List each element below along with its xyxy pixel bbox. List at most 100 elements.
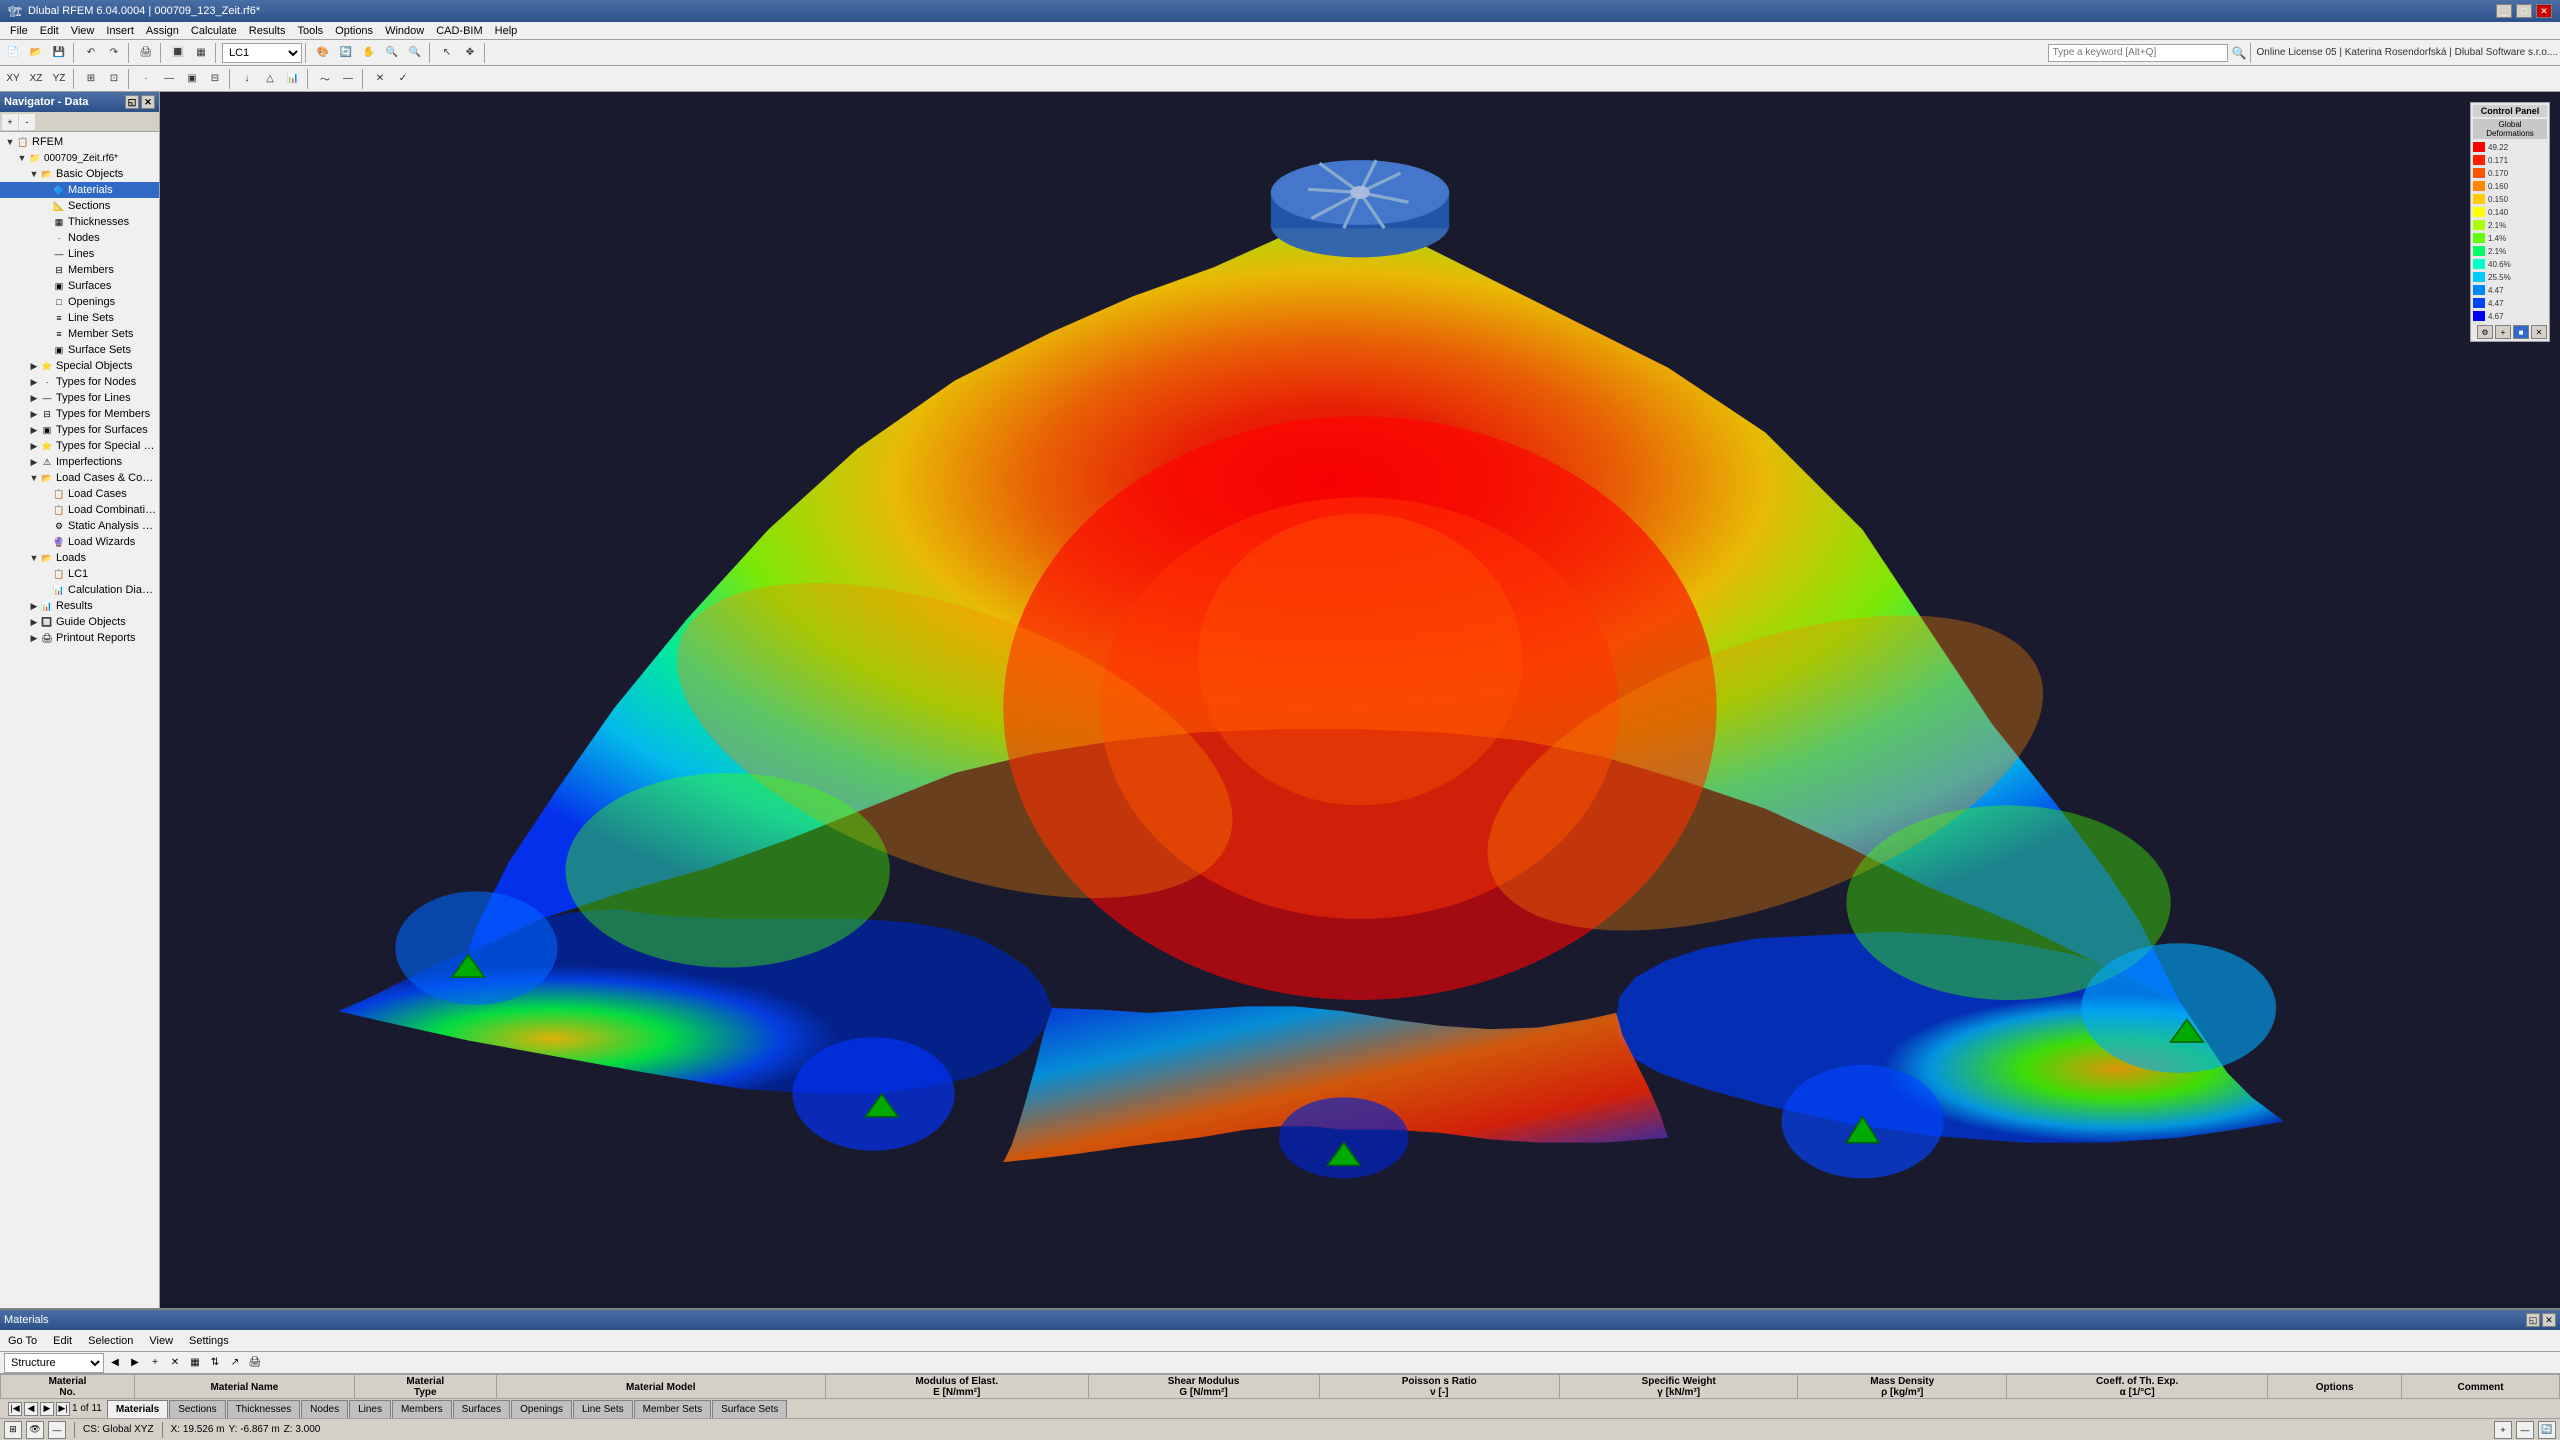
undeform-toggle[interactable]: — <box>337 68 359 90</box>
tree-item-types-special[interactable]: ▶ ⭐ Types for Special Objects <box>0 438 159 454</box>
lines-toggle[interactable]: — <box>158 68 180 90</box>
tab-surface-sets[interactable]: Surface Sets <box>712 1400 787 1418</box>
tree-item-rfem[interactable]: ▼ 📋 RFEM <box>0 134 159 150</box>
render-button[interactable]: 🎨 <box>312 42 334 64</box>
nodes-toggle[interactable]: · <box>135 68 157 90</box>
statusbar-btn1[interactable]: ⊞ <box>4 1421 22 1439</box>
tree-item-member-sets[interactable]: ≡ Member Sets <box>0 326 159 342</box>
redo-button[interactable]: ↷ <box>103 42 125 64</box>
btm-nav-prev-btn[interactable]: ◀ <box>106 1354 124 1372</box>
new-button[interactable]: 📄 <box>2 42 24 64</box>
tree-item-nodes[interactable]: · Nodes <box>0 230 159 246</box>
results-toggle[interactable]: 📊 <box>282 68 304 90</box>
btm-nav-next-btn[interactable]: ▶ <box>126 1354 144 1372</box>
supports-toggle[interactable]: △ <box>259 68 281 90</box>
search-input[interactable] <box>2048 44 2228 62</box>
tab-member-sets[interactable]: Member Sets <box>634 1400 711 1418</box>
panel-float-button[interactable]: ◱ <box>2526 1313 2540 1327</box>
btm-filter-btn[interactable]: ▦ <box>186 1354 204 1372</box>
menu-item-results[interactable]: Results <box>243 22 292 39</box>
tree-item-thicknesses[interactable]: ▦ Thicknesses <box>0 214 159 230</box>
tree-item-loads[interactable]: ▼ 📂 Loads <box>0 550 159 566</box>
tab-members[interactable]: Members <box>392 1400 452 1418</box>
statusbar-right-btn2[interactable]: — <box>2516 1421 2534 1439</box>
load-case-select[interactable]: LC1 <box>222 43 302 63</box>
check-button[interactable]: ✓ <box>392 68 414 90</box>
tree-item-calc-diagrams[interactable]: 📊 Calculation Diagrams <box>0 582 159 598</box>
deform-toggle[interactable]: 〜 <box>314 68 336 90</box>
tree-item-load-combos[interactable]: 📋 Load Combinations <box>0 502 159 518</box>
goto-label[interactable]: Go To <box>4 1335 41 1347</box>
yz-view-button[interactable]: YZ <box>48 68 70 90</box>
prev-page-btn[interactable]: ◀ <box>24 1402 38 1416</box>
tree-item-basic-objects[interactable]: ▼ 📂 Basic Objects <box>0 166 159 182</box>
tree-item-types-surfaces[interactable]: ▶ ▣ Types for Surfaces <box>0 422 159 438</box>
members-toggle[interactable]: ⊟ <box>204 68 226 90</box>
tree-item-special-objects[interactable]: ▶ ⭐ Special Objects <box>0 358 159 374</box>
btm-export-btn[interactable]: ↗ <box>226 1354 244 1372</box>
menu-item-insert[interactable]: Insert <box>100 22 140 39</box>
tab-lines[interactable]: Lines <box>349 1400 391 1418</box>
legend-active-btn[interactable]: ■ <box>2513 325 2529 339</box>
btm-sort-btn[interactable]: ⇅ <box>206 1354 224 1372</box>
menu-item-calculate[interactable]: Calculate <box>185 22 243 39</box>
tree-item-guide-objects[interactable]: ▶ 🔲 Guide Objects <box>0 614 159 630</box>
tab-thicknesses[interactable]: Thicknesses <box>227 1400 301 1418</box>
zoom-in-button[interactable]: 🔍 <box>381 42 403 64</box>
tree-item-results[interactable]: ▶ 📊 Results <box>0 598 159 614</box>
tree-item-lines[interactable]: — Lines <box>0 246 159 262</box>
view2d-button[interactable]: ▦ <box>190 42 212 64</box>
tab-sections[interactable]: Sections <box>169 1400 225 1418</box>
tree-item-members[interactable]: ⊟ Members <box>0 262 159 278</box>
undo-button[interactable]: ↶ <box>80 42 102 64</box>
btm-print-btn[interactable]: 🖨 <box>246 1354 264 1372</box>
menu-item-view[interactable]: View <box>65 22 101 39</box>
tree-item-surface-sets[interactable]: ▣ Surface Sets <box>0 342 159 358</box>
menu-item-help[interactable]: Help <box>489 22 524 39</box>
tree-item-lc1[interactable]: 📋 LC1 <box>0 566 159 582</box>
menu-item-tools[interactable]: Tools <box>291 22 329 39</box>
statusbar-btn3[interactable]: — <box>48 1421 66 1439</box>
view3d-button[interactable]: 🔳 <box>167 42 189 64</box>
menu-item-options[interactable]: Options <box>329 22 379 39</box>
menu-item-edit[interactable]: Edit <box>34 22 65 39</box>
tab-surfaces[interactable]: Surfaces <box>453 1400 510 1418</box>
tab-openings[interactable]: Openings <box>511 1400 572 1418</box>
open-button[interactable]: 📂 <box>25 42 47 64</box>
statusbar-right-btn1[interactable]: + <box>2494 1421 2512 1439</box>
tree-item-sections[interactable]: 📐 Sections <box>0 198 159 214</box>
menu-item-window[interactable]: Window <box>379 22 430 39</box>
print-button[interactable]: 🖨 <box>135 42 157 64</box>
delete-button[interactable]: ✕ <box>369 68 391 90</box>
materials-table-container[interactable]: MaterialNo. Material Name MaterialType M… <box>0 1374 2560 1398</box>
fit-view-button[interactable]: ⊡ <box>103 68 125 90</box>
collapse-all-button[interactable]: - <box>19 114 35 130</box>
tree-item-project[interactable]: ▼ 📁 000709_Zeit.rf6* <box>0 150 159 166</box>
tree-item-imperfections[interactable]: ▶ ⚠ Imperfections <box>0 454 159 470</box>
rotate-button[interactable]: 🔄 <box>335 42 357 64</box>
move-button[interactable]: ✥ <box>459 42 481 64</box>
legend-settings-btn[interactable]: ⚙ <box>2477 325 2493 339</box>
last-page-btn[interactable]: ▶| <box>56 1402 70 1416</box>
tree-item-types-lines[interactable]: ▶ — Types for Lines <box>0 390 159 406</box>
close-button[interactable]: ✕ <box>2536 4 2552 18</box>
selection-label[interactable]: Selection <box>84 1335 137 1347</box>
legend-close-btn[interactable]: ✕ <box>2531 325 2547 339</box>
tree-item-surfaces[interactable]: ▣ Surfaces <box>0 278 159 294</box>
menu-item-assign[interactable]: Assign <box>140 22 185 39</box>
statusbar-right-btn3[interactable]: 🔄 <box>2538 1421 2556 1439</box>
xz-view-button[interactable]: XZ <box>25 68 47 90</box>
tree-item-types-nodes[interactable]: ▶ · Types for Nodes <box>0 374 159 390</box>
maximize-button[interactable]: □ <box>2516 4 2532 18</box>
viewport[interactable]: Control Panel Global Deformations 49.22 … <box>160 92 2560 1308</box>
zoom-out-button[interactable]: 🔍 <box>404 42 426 64</box>
select-button[interactable]: ↖ <box>436 42 458 64</box>
tree-item-load-wizards[interactable]: 🔮 Load Wizards <box>0 534 159 550</box>
settings-label[interactable]: Settings <box>185 1335 233 1347</box>
menu-item-file[interactable]: File <box>4 22 34 39</box>
xy-view-button[interactable]: XY <box>2 68 24 90</box>
view-label[interactable]: View <box>145 1335 177 1347</box>
tree-item-printout-reports[interactable]: ▶ 🖨 Printout Reports <box>0 630 159 646</box>
save-button[interactable]: 💾 <box>48 42 70 64</box>
tree-item-line-sets[interactable]: ≡ Line Sets <box>0 310 159 326</box>
